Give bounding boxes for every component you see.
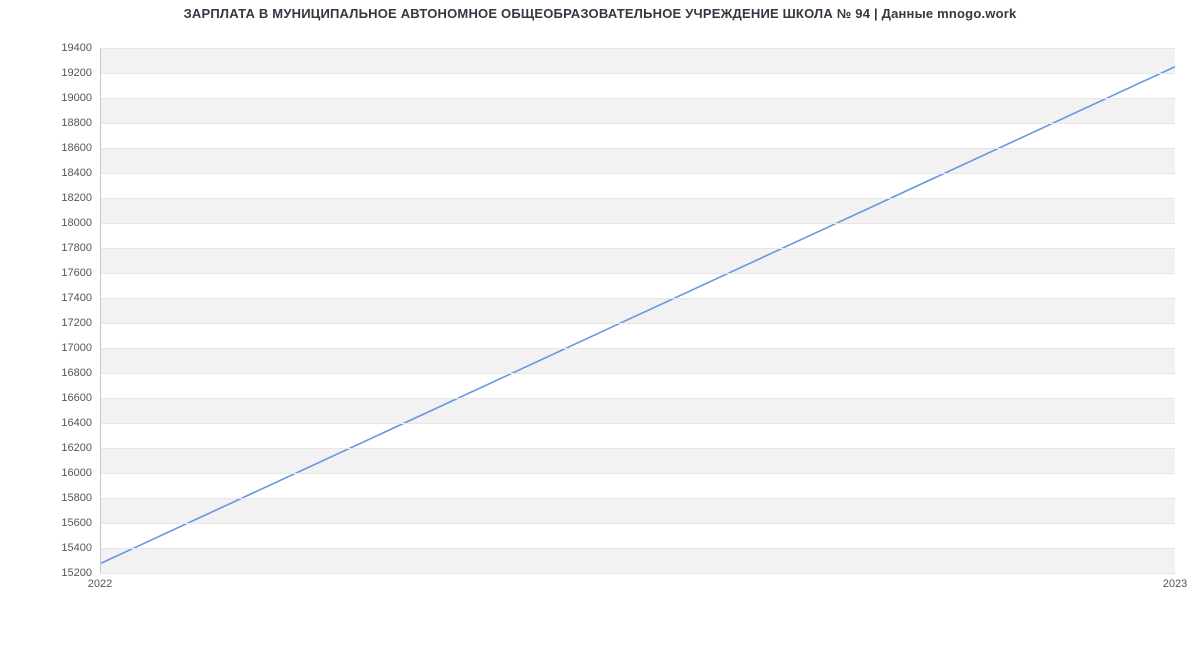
y-gridline: [101, 423, 1175, 424]
y-gridline: [101, 123, 1175, 124]
x-tick-label: 2023: [1163, 578, 1187, 590]
y-tick-label: 18400: [12, 167, 92, 179]
y-gridline: [101, 98, 1175, 99]
y-gridline: [101, 373, 1175, 374]
y-gridline: [101, 73, 1175, 74]
y-tick-label: 15600: [12, 517, 92, 529]
y-gridline: [101, 548, 1175, 549]
y-tick-label: 19200: [12, 67, 92, 79]
y-tick-label: 15400: [12, 542, 92, 554]
line-series: [101, 67, 1175, 564]
y-gridline: [101, 248, 1175, 249]
y-gridline: [101, 223, 1175, 224]
salary-line-chart: ЗАРПЛАТА В МУНИЦИПАЛЬНОЕ АВТОНОМНОЕ ОБЩЕ…: [0, 0, 1200, 650]
y-gridline: [101, 323, 1175, 324]
y-gridline: [101, 473, 1175, 474]
y-tick-label: 17000: [12, 342, 92, 354]
y-gridline: [101, 48, 1175, 49]
y-tick-label: 17200: [12, 317, 92, 329]
y-tick-label: 15200: [12, 567, 92, 579]
plot-area: [100, 48, 1175, 573]
y-tick-label: 15800: [12, 492, 92, 504]
y-gridline: [101, 198, 1175, 199]
y-tick-label: 17800: [12, 242, 92, 254]
y-tick-label: 16800: [12, 367, 92, 379]
y-gridline: [101, 523, 1175, 524]
chart-series: [101, 48, 1175, 572]
y-gridline: [101, 148, 1175, 149]
y-tick-label: 18200: [12, 192, 92, 204]
y-gridline: [101, 398, 1175, 399]
y-tick-label: 19000: [12, 92, 92, 104]
x-tick-label: 2022: [88, 578, 112, 590]
y-gridline: [101, 298, 1175, 299]
y-gridline: [101, 348, 1175, 349]
y-tick-label: 16000: [12, 467, 92, 479]
y-gridline: [101, 273, 1175, 274]
y-tick-label: 19400: [12, 42, 92, 54]
y-tick-label: 17400: [12, 292, 92, 304]
y-tick-label: 18000: [12, 217, 92, 229]
y-gridline: [101, 498, 1175, 499]
y-tick-label: 17600: [12, 267, 92, 279]
y-tick-label: 18800: [12, 117, 92, 129]
y-gridline: [101, 173, 1175, 174]
y-gridline: [101, 573, 1175, 574]
y-tick-label: 16200: [12, 442, 92, 454]
y-tick-label: 16600: [12, 392, 92, 404]
y-gridline: [101, 448, 1175, 449]
y-tick-label: 18600: [12, 142, 92, 154]
chart-title: ЗАРПЛАТА В МУНИЦИПАЛЬНОЕ АВТОНОМНОЕ ОБЩЕ…: [0, 6, 1200, 21]
y-tick-label: 16400: [12, 417, 92, 429]
